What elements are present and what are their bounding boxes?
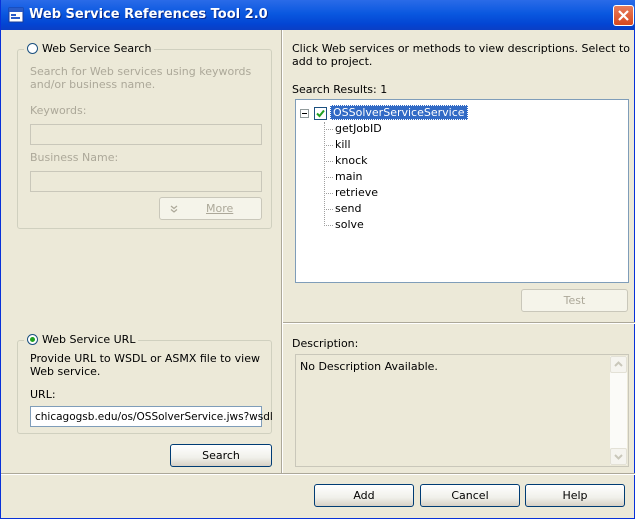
url-input[interactable]: chicagogsb.edu/os/OSSolverService.jws?ws… [30,406,273,427]
description-scrollbar[interactable] [610,356,627,465]
horizontal-divider [283,322,635,324]
tree-guide-line [324,122,325,226]
tree-root-node[interactable]: OSSolverServiceService [330,105,468,120]
cancel-button[interactable]: Cancel [420,484,520,507]
close-icon [618,10,629,21]
tree-method-node[interactable]: main [335,170,362,183]
search-button[interactable]: Search [170,444,272,467]
more-label: More [206,202,234,215]
service-checkbox[interactable] [314,107,327,120]
more-button[interactable]: More [159,197,262,220]
tree-method-node[interactable]: solve [335,218,364,231]
tree-method-node[interactable]: getJobID [335,122,382,135]
help-label: Help [562,489,588,502]
tree-branch-line [324,193,333,194]
app-icon [8,7,24,23]
tree-method-node[interactable]: knock [335,154,368,167]
description-text: No Description Available. [300,360,438,373]
business-name-input[interactable] [30,171,262,192]
close-button[interactable] [613,5,634,26]
search-label: Search [202,449,240,462]
url-group-legend: Web Service URL [24,333,139,346]
description-label: Description: [292,337,359,350]
footer-divider [1,473,635,475]
tree-branch-line [324,209,333,210]
scroll-down-button[interactable] [610,448,627,465]
chevron-down-icon [614,454,623,460]
add-label: Add [353,489,375,502]
tree-branch-line [324,161,333,162]
double-chevron-down-icon [170,205,178,213]
instructions-text: Click Web services or methods to view de… [292,42,630,68]
search-results-label: Search Results: 1 [292,83,388,96]
dialog-window: Web Service References Tool 2.0 Web Serv… [0,0,635,519]
url-description: Provide URL to WSDL or ASMX file to view… [30,352,260,378]
web-service-url-radio[interactable] [27,334,38,345]
url-label: URL: [30,388,56,401]
web-service-search-label[interactable]: Web Service Search [42,42,151,55]
tree-root-label: OSSolverServiceService [330,105,468,120]
keywords-input[interactable] [30,124,262,145]
search-group-legend: Web Service Search [24,42,155,55]
tree-method-node[interactable]: retrieve [335,186,378,199]
business-name-label: Business Name: [30,151,119,164]
checkmark-icon [316,109,325,118]
url-value: chicagogsb.edu/os/OSSolverService.jws?ws… [35,411,273,423]
keywords-label: Keywords: [30,104,87,117]
scroll-up-button[interactable] [610,356,627,373]
add-button[interactable]: Add [314,484,414,507]
window-title: Web Service References Tool 2.0 [29,7,268,22]
test-label: Test [563,294,586,307]
tree-method-node[interactable]: kill [335,138,351,151]
title-bar[interactable]: Web Service References Tool 2.0 [1,0,635,30]
vertical-divider [281,30,283,473]
test-button[interactable]: Test [521,289,628,312]
tree-method-node[interactable]: send [335,202,361,215]
tree-branch-line [324,145,333,146]
tree-branch-line [324,177,333,178]
help-button[interactable]: Help [525,484,625,507]
web-service-url-label[interactable]: Web Service URL [42,333,135,346]
chevron-up-icon [614,361,623,367]
tree-branch-line [324,225,333,226]
tree-branch-line [324,129,333,130]
search-description: Search for Web services using keywords a… [30,65,252,91]
search-results-tree[interactable]: OSSolverServiceService getJobID kill kno… [295,99,629,283]
tree-collapse-toggle[interactable] [300,109,309,118]
web-service-search-radio[interactable] [27,43,38,54]
cancel-label: Cancel [451,489,489,502]
description-box[interactable]: No Description Available. [295,354,629,467]
